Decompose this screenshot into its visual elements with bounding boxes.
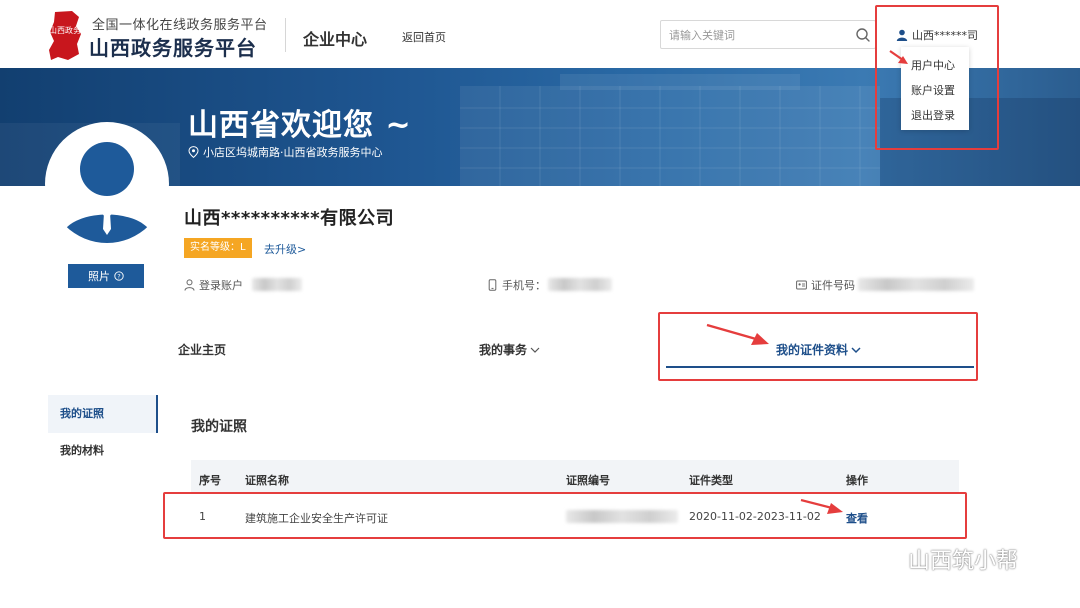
login-account-label: 登录账户 <box>199 279 243 292</box>
tab-enterprise-home[interactable]: 企业主页 <box>178 341 226 358</box>
chevron-down-icon <box>530 347 540 353</box>
phone-item: 手机号： <box>487 277 546 293</box>
wechat-watermark: 山西筑小帮 <box>862 543 1018 575</box>
default-avatar-icon <box>48 125 166 243</box>
tab-my-affairs-label: 我的事务 <box>479 343 528 357</box>
svg-text:?: ? <box>117 272 120 280</box>
phone-value-blurred <box>548 278 612 291</box>
address-text: 小店区坞城南路·山西省政务服务中心 <box>203 146 383 159</box>
annotation-arrow-user-center <box>889 50 908 64</box>
company-name: 山西**********有限公司 <box>184 208 395 229</box>
section-title: 我的证照 <box>191 419 247 435</box>
sidebar-item-my-materials[interactable]: 我的材料 <box>48 432 158 470</box>
back-home-link[interactable]: 返回首页 <box>402 29 446 45</box>
location-icon <box>188 146 199 158</box>
watermark-text: 山西筑小帮 <box>908 549 1019 574</box>
row-highlight <box>163 492 967 539</box>
column-header-action: 操作 <box>846 474 868 487</box>
login-account-value-blurred <box>252 278 302 291</box>
tab-enterprise-home-label: 企业主页 <box>178 343 227 357</box>
logo-title[interactable]: 山西政务服务平台 <box>89 32 257 61</box>
auth-level-badge: 实名等级：L <box>184 238 252 258</box>
search-icon[interactable] <box>855 27 871 43</box>
login-account-item: 登录账户 <box>184 277 243 293</box>
tab-my-affairs[interactable]: 我的事务 <box>479 341 540 358</box>
person-outline-icon <box>184 279 195 291</box>
column-header-name: 证照名称 <box>245 474 289 487</box>
sidebar-item-my-licenses[interactable]: 我的证照 <box>48 395 158 433</box>
upgrade-link[interactable]: 去升级> <box>264 241 306 257</box>
help-icon: ? <box>114 271 124 281</box>
logo-text-line-1: 山西政务 <box>49 25 81 35</box>
column-header-number: 证照编号 <box>566 474 610 487</box>
banner-address: 小店区坞城南路·山西省政务服务中心 <box>188 144 383 160</box>
phone-label: 手机号： <box>502 279 546 292</box>
cert-no-label: 证件号码 <box>811 279 855 292</box>
annotation-arrow-documents-tab <box>706 323 769 345</box>
photo-button[interactable]: 照片 ? <box>68 264 144 288</box>
cert-no-item: 证件号码 <box>796 277 855 293</box>
column-header-index: 序号 <box>199 474 221 487</box>
wechat-icon <box>863 544 900 573</box>
user-menu-highlight <box>875 5 999 150</box>
header-divider <box>285 18 286 52</box>
search-input[interactable] <box>669 27 839 43</box>
column-header-type: 证件类型 <box>689 474 733 487</box>
logo-subtitle: 全国一体化在线政务服务平台 <box>92 18 268 33</box>
welcome-title: 山西省欢迎您 ~ <box>188 108 412 143</box>
cert-no-value-blurred <box>858 278 974 291</box>
shanxi-logo-icon[interactable]: 山西政务 <box>46 10 84 62</box>
id-card-icon <box>796 280 807 290</box>
phone-icon <box>488 279 497 291</box>
annotation-arrow-view <box>800 499 843 514</box>
company-avatar[interactable] <box>48 125 166 243</box>
photo-button-label: 照片 <box>88 271 110 283</box>
search-box[interactable] <box>660 20 876 49</box>
portal-title: 企业中心 <box>303 30 368 49</box>
